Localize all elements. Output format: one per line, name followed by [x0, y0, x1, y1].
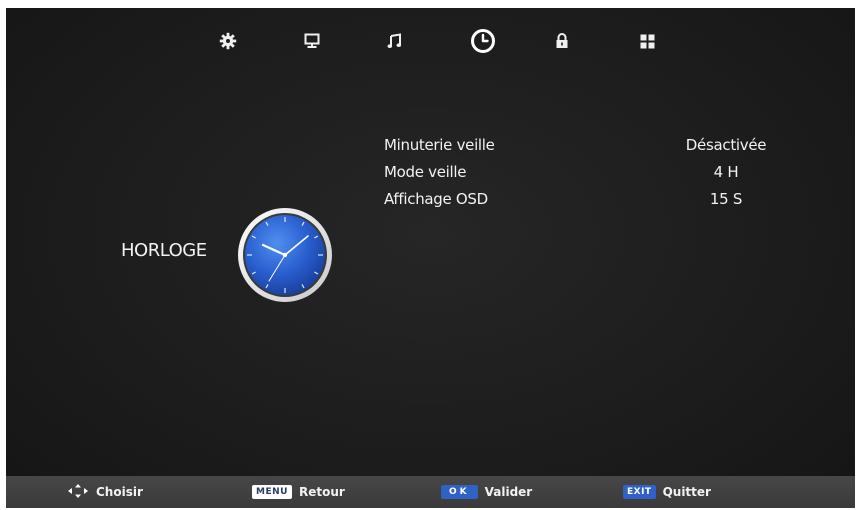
hint-choose: Choisir	[68, 476, 143, 508]
gear-icon[interactable]	[213, 26, 243, 56]
hint-validate: OK Valider	[441, 476, 532, 508]
hint-quit: EXIT Quitter	[623, 476, 711, 508]
setting-label: Affichage OSD	[384, 190, 488, 208]
ok-key-icon: OK	[441, 485, 478, 499]
setting-label: Minuterie veille	[384, 136, 495, 154]
tv-osd-screen: HORLOGE Minuterie veille Désactivée Mode…	[6, 8, 855, 508]
settings-list: Minuterie veille Désactivée Mode veille …	[384, 134, 784, 215]
menu-key-icon: MENU	[252, 485, 292, 499]
bottom-hint-bar: Choisir MENU Retour OK Valider EXIT Quit…	[6, 476, 855, 508]
clock-icon[interactable]	[468, 26, 498, 56]
monitor-icon[interactable]	[297, 26, 327, 56]
hint-validate-label: Valider	[484, 485, 533, 499]
setting-sleep-timer[interactable]: Minuterie veille Désactivée	[384, 134, 784, 161]
setting-label: Mode veille	[384, 163, 467, 181]
top-menu	[6, 26, 855, 56]
section-title: HORLOGE	[121, 240, 207, 261]
grid-icon[interactable]	[632, 26, 662, 56]
setting-value: Désactivée	[685, 136, 767, 154]
hint-quit-label: Quitter	[662, 485, 711, 499]
exit-key-icon: EXIT	[623, 485, 656, 499]
lock-icon[interactable]	[547, 26, 577, 56]
setting-value: 15 S	[709, 190, 743, 208]
hint-back-label: Retour	[298, 485, 345, 499]
music-note-icon[interactable]	[380, 26, 410, 56]
hint-choose-label: Choisir	[96, 485, 143, 499]
setting-standby-mode[interactable]: Mode veille 4 H	[384, 161, 784, 188]
arrows-icon	[68, 483, 88, 501]
clock-illustration-icon	[236, 206, 334, 304]
hint-back: MENU Retour	[252, 476, 345, 508]
setting-value: 4 H	[713, 163, 739, 181]
setting-osd-display[interactable]: Affichage OSD 15 S	[384, 188, 784, 215]
